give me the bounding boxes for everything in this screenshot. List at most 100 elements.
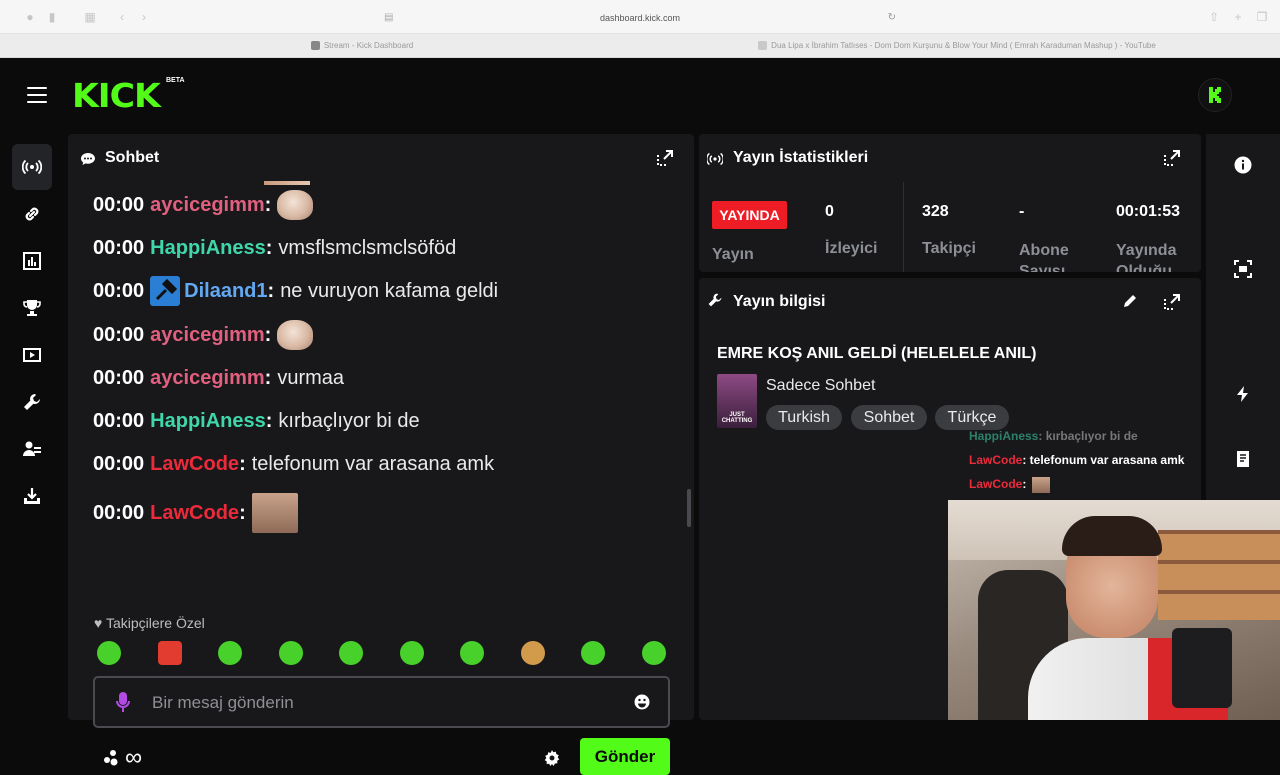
happy-emote-icon[interactable] xyxy=(460,641,484,665)
love-emote-icon[interactable] xyxy=(642,641,666,665)
rail-info[interactable] xyxy=(1220,142,1266,188)
webcam-hair xyxy=(1062,516,1162,556)
overlay-text: : kırbaçlıyor bi de xyxy=(1038,429,1138,443)
dizzy-emote-icon[interactable] xyxy=(218,641,242,665)
message-username[interactable]: aycicegimm xyxy=(150,194,265,217)
webcam-overlay xyxy=(948,500,1280,720)
category-name[interactable]: Sadece Sohbet xyxy=(766,377,875,395)
tag-turkce[interactable]: Türkçe xyxy=(935,405,1009,430)
nav-settings[interactable] xyxy=(12,379,52,425)
message-username[interactable]: LawCode xyxy=(150,502,239,525)
fist-emote-icon xyxy=(277,320,314,350)
edit-pencil-icon[interactable] xyxy=(1123,294,1137,308)
message-text: vmsflsmclsmclsöföd xyxy=(278,236,457,259)
angel-emote-icon[interactable] xyxy=(97,641,121,665)
nav-achievements[interactable] xyxy=(12,285,52,331)
back-icon[interactable]: ‹ xyxy=(114,9,130,25)
message-time: 00:00 xyxy=(93,409,145,432)
popout-icon[interactable] xyxy=(1163,293,1181,311)
headphones-emote-icon[interactable] xyxy=(339,641,363,665)
url-text: dashboard.kick.com xyxy=(599,13,681,23)
kick-k-icon xyxy=(1209,87,1221,103)
chat-message: 00:00 HappiAness: kırbaçlıyor bi de xyxy=(93,409,420,433)
trophy-icon xyxy=(23,300,41,316)
tag-sohbet[interactable]: Sohbet xyxy=(851,405,927,430)
rail-quick-actions[interactable] xyxy=(1220,371,1266,417)
nav-videos[interactable] xyxy=(12,332,52,378)
rail-notes[interactable] xyxy=(1220,436,1266,482)
message-time: 00:00 xyxy=(93,236,145,259)
chat-input[interactable]: Bir mesaj gönderin xyxy=(93,676,670,728)
tab-grid-icon[interactable]: ▦ xyxy=(82,9,98,25)
page-icon: ▤ xyxy=(384,12,394,23)
message-username[interactable]: Dilaand1 xyxy=(184,280,267,303)
angry-emote-icon[interactable] xyxy=(158,641,182,665)
inbox-download-icon xyxy=(24,488,40,504)
address-bar[interactable]: ▤ dashboard.kick.com ↻ xyxy=(380,8,900,28)
tag-turkish[interactable]: Turkish xyxy=(766,405,842,430)
chat-message: 00:00 HappiAness: vmsflsmclsmclsöföd xyxy=(93,236,457,260)
rail-screen-capture[interactable] xyxy=(1220,246,1266,292)
grin-emote-icon[interactable] xyxy=(400,641,424,665)
nav-stream[interactable] xyxy=(12,144,52,190)
message-text: ne vuruyon kafama geldi xyxy=(280,279,499,302)
overlay-chat-line: HappiAness: kırbaçlıyor bi de xyxy=(969,429,1138,443)
video-icon xyxy=(23,348,41,362)
chat-input-placeholder: Bir mesaj gönderin xyxy=(152,693,294,712)
message-time: 00:00 xyxy=(93,366,145,389)
smirk-emote-icon[interactable] xyxy=(581,641,605,665)
menu-icon[interactable] xyxy=(27,87,47,103)
forward-icon[interactable]: › xyxy=(136,9,152,25)
emoji-picker-icon[interactable] xyxy=(634,694,650,710)
stream-title: EMRE KOŞ ANIL GELDİ (HELELELE ANIL) xyxy=(717,345,1037,362)
nav-links[interactable] xyxy=(12,191,52,237)
chat-bubble-icon xyxy=(81,153,95,165)
cool-emote-icon[interactable] xyxy=(279,641,303,665)
reload-icon[interactable]: ↻ xyxy=(888,8,896,28)
popout-icon[interactable] xyxy=(1163,149,1181,167)
follower-label: Takipçi xyxy=(922,240,976,257)
user-avatar[interactable] xyxy=(1198,78,1232,112)
message-username[interactable]: LawCode xyxy=(150,453,239,476)
cap-emote-icon[interactable] xyxy=(521,641,545,665)
moderator-badge-icon[interactable] xyxy=(150,276,181,306)
gear-icon[interactable] xyxy=(544,750,560,766)
message-username[interactable]: HappiAness xyxy=(150,237,266,260)
message-username[interactable]: HappiAness xyxy=(150,410,266,433)
message-text: vurmaa xyxy=(277,366,345,389)
message-time: 00:00 xyxy=(93,193,145,216)
browser-tabs: Stream - Kick Dashboard Dua Lipa x İbrah… xyxy=(0,34,1280,58)
sidebar-toggle-icon[interactable]: ▮ xyxy=(44,9,60,25)
browser-tab-kick[interactable]: Stream - Kick Dashboard xyxy=(262,37,462,55)
tab-label: Dua Lipa x İbrahim Tatlıses - Dom Dom Ku… xyxy=(771,41,1156,50)
message-username[interactable]: aycicegimm xyxy=(150,367,265,390)
share-icon[interactable]: ⇧ xyxy=(1206,9,1222,25)
message-username[interactable]: aycicegimm xyxy=(150,324,265,347)
beta-label: BETA xyxy=(166,77,185,84)
send-button[interactable]: Gönder xyxy=(580,738,670,775)
chat-scrollbar[interactable] xyxy=(687,489,691,527)
chat-message: 00:00 LawCode: xyxy=(93,492,298,534)
tabs-overview-icon[interactable]: ❐ xyxy=(1254,9,1270,25)
nav-analytics[interactable] xyxy=(12,238,52,284)
heart-icon: ♥ xyxy=(94,615,103,631)
category-thumbnail[interactable]: JUST CHATTING xyxy=(717,374,757,428)
microphone-icon[interactable] xyxy=(115,691,131,713)
youtube-favicon-icon xyxy=(758,41,768,51)
nav-community[interactable] xyxy=(12,426,52,472)
chat-message: 00:00 Dilaand1: ne vuruyon kafama geldi xyxy=(93,276,498,306)
chat-message: 00:00 LawCode: telefonum var arasana amk xyxy=(93,452,495,476)
overlay-username: HappiAness xyxy=(969,429,1039,443)
window-close-icon[interactable]: ● xyxy=(22,9,38,25)
message-text: kırbaçlıyor bi de xyxy=(278,409,420,432)
browser-tab-youtube[interactable]: Dua Lipa x İbrahim Tatlıses - Dom Dom Ku… xyxy=(732,37,1182,55)
message-time: 00:00 xyxy=(93,323,145,346)
webcam-shelf xyxy=(1158,530,1280,620)
kick-logo[interactable]: KICK xyxy=(72,76,161,115)
users-dots-icon[interactable] xyxy=(102,748,122,768)
popout-icon[interactable] xyxy=(656,149,674,167)
live-badge: YAYINDA xyxy=(712,201,787,229)
nav-payouts[interactable] xyxy=(12,473,52,519)
divider xyxy=(903,182,904,272)
new-tab-icon[interactable]: + xyxy=(1230,9,1246,25)
